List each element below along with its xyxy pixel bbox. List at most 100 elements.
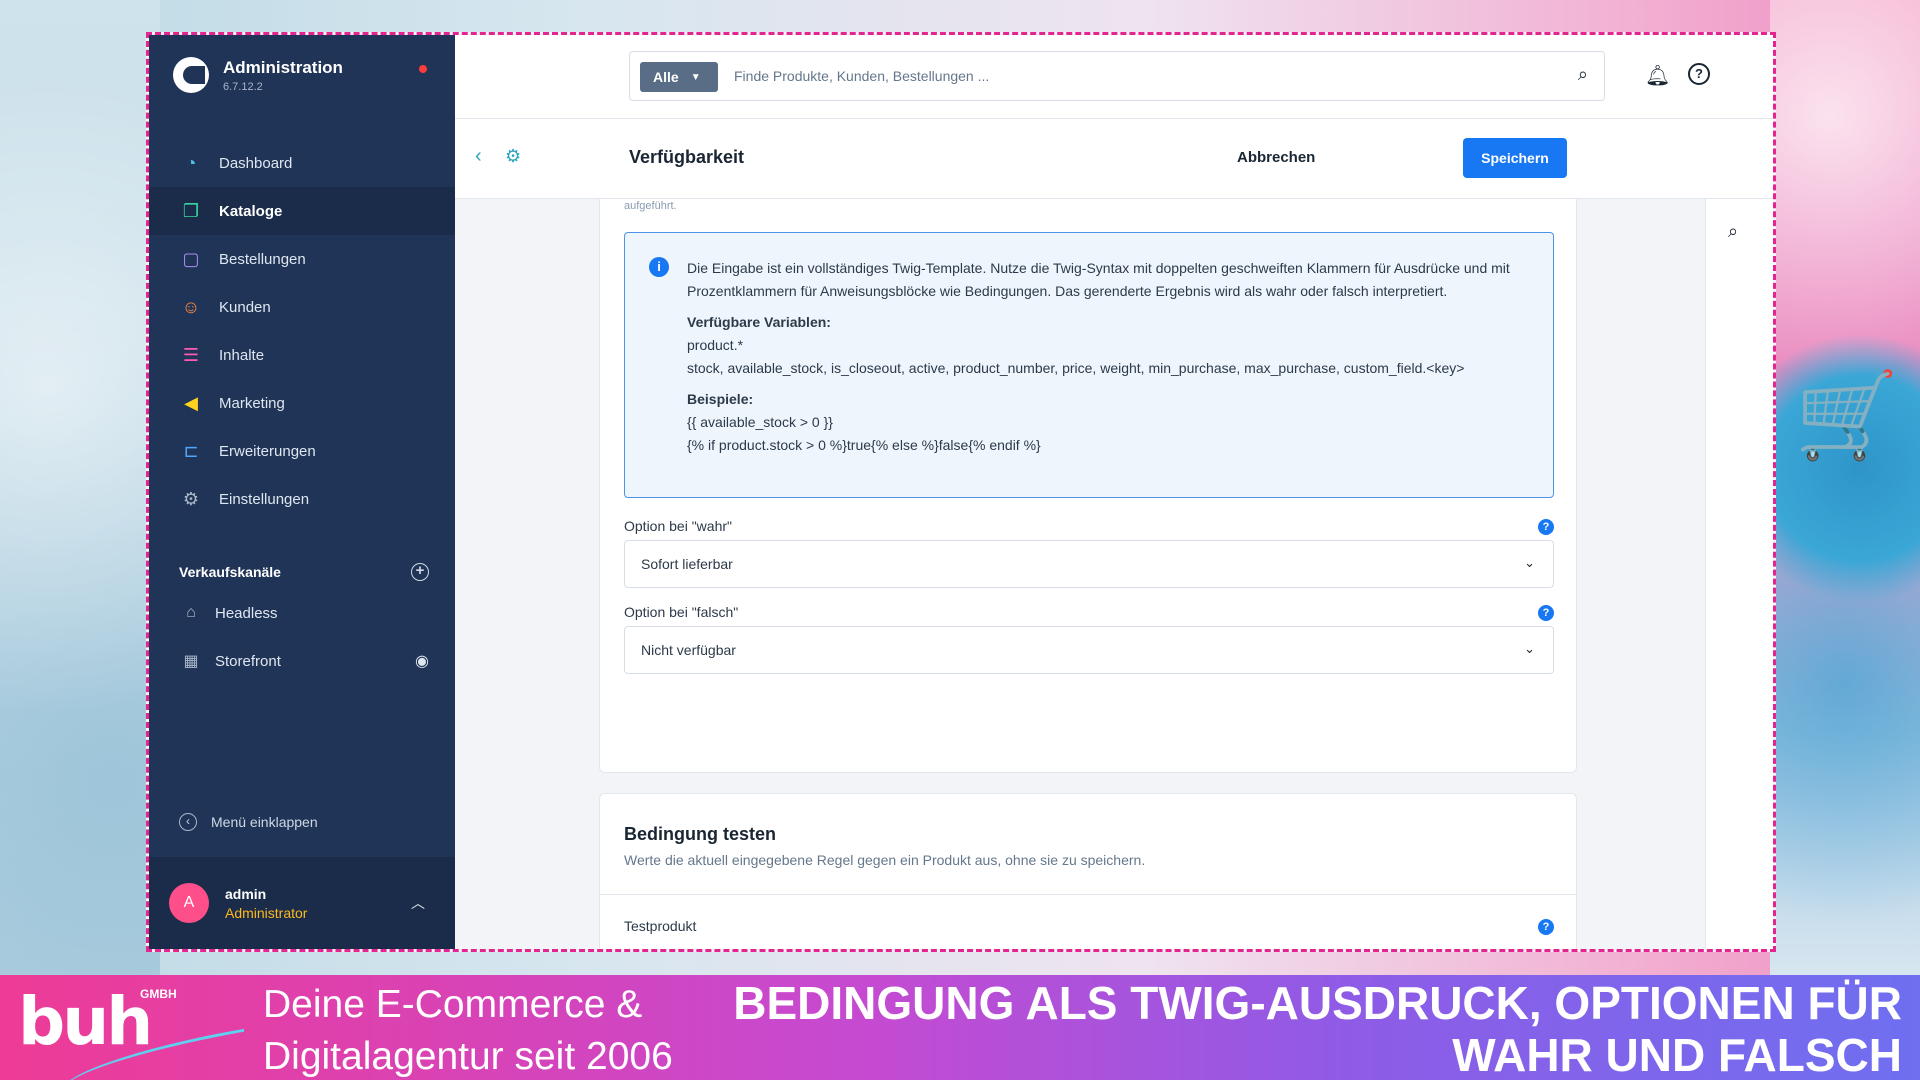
collapse-icon: ‹ (179, 813, 197, 831)
gear-icon: ⚙ (505, 146, 522, 166)
nav-label: Bestellungen (219, 250, 306, 268)
headline-line: WAHR UND FALSCH (1452, 1029, 1902, 1080)
search-input[interactable]: Finde Produkte, Kunden, Bestellungen ... (734, 68, 989, 84)
page-title: Verfügbarkeit (629, 147, 745, 167)
example-line: {% if product.stock > 0 %}true{% else %}… (687, 437, 1041, 453)
chevron-up-icon: ︿ (411, 895, 425, 911)
nav-label: Einstellungen (219, 490, 310, 508)
nav-label: Kataloge (219, 202, 283, 220)
nav-item-dashboard[interactable]: ◔ Dashboard (149, 139, 455, 187)
search-icon[interactable]: ⌕ (1578, 64, 1588, 85)
nav-label: Inhalte (219, 346, 265, 364)
test-subtitle: Werte die aktuell eingegebene Regel gege… (624, 852, 1146, 868)
tagline: Deine E-Commerce & Digitalagentur seit 2… (263, 979, 673, 1080)
shopware-logo-icon (173, 57, 209, 93)
nav-item-settings[interactable]: ⚙ Einstellungen (149, 475, 455, 523)
search-scope-select[interactable]: Alle ▼ (640, 62, 718, 92)
sales-channel-headless[interactable]: ⌂ Headless (179, 601, 429, 625)
search-scope-label: Alle (653, 69, 679, 85)
chevron-down-icon: ▼ (690, 71, 701, 83)
background-right: 🛒 (1770, 0, 1920, 975)
tagline-line: Digitalagentur seit 2006 (263, 1035, 673, 1078)
nav-item-marketing[interactable]: ◀ Marketing (149, 379, 455, 427)
true-option-value: Sofort lieferbar (641, 556, 733, 572)
nav-label: Dashboard (219, 154, 293, 172)
variables-line: product.* (687, 337, 744, 353)
nav-item-extensions[interactable]: ⊏ Erweiterungen (149, 427, 455, 475)
test-product-label: Testprodukt (624, 918, 697, 934)
false-option-label: Option bei "falsch" (624, 604, 739, 620)
examples-title: Beispiele: (687, 391, 754, 407)
cancel-button[interactable]: Abbrechen (1237, 149, 1315, 166)
false-option-select[interactable]: Nicht verfügbar ⌄ (624, 626, 1554, 674)
brand[interactable]: Administration 6.7.12.2 (173, 57, 343, 93)
bell-icon[interactable]: 🔔︎ (1645, 63, 1670, 88)
sales-channels-header: Verkaufskanäle + (179, 563, 429, 581)
back-icon[interactable]: ‹ (475, 145, 482, 168)
extensions-icon: ⊏ (183, 440, 199, 461)
nav-item-orders[interactable]: ▢ Bestellungen (149, 235, 455, 283)
tagline-line: Deine E-Commerce & (263, 983, 643, 1026)
info-text: Die Eingabe ist ein vollständiges Twig-T… (687, 260, 1510, 299)
chevron-down-icon: ⌄ (1524, 555, 1535, 570)
search-icon[interactable]: ⌕ (1728, 221, 1738, 242)
true-option-label: Option bei "wahr" (624, 518, 732, 534)
page-header: ‹ ⚙ Verfügbarkeit Abbrechen Speichern (455, 119, 1773, 199)
buh-logo: buh GMBH (18, 983, 250, 1080)
eye-icon[interactable]: ◉ (415, 651, 429, 671)
help-icon[interactable]: ? (1688, 63, 1710, 85)
info-alert: i Die Eingabe ist ein vollständiges Twig… (624, 232, 1554, 498)
background-left (0, 0, 160, 975)
save-button[interactable]: Speichern (1463, 138, 1567, 178)
help-icon[interactable]: ? (1538, 519, 1554, 535)
nav-label: Erweiterungen (219, 442, 316, 460)
promo-banner: buh GMBH Deine E-Commerce & Digitalagent… (0, 975, 1920, 1080)
dashboard-icon: ◔ (185, 152, 197, 173)
variables-title: Verfügbare Variablen: (687, 314, 831, 330)
help-text: aufgeführt. (624, 200, 677, 212)
sales-channel-label: Headless (215, 604, 278, 622)
right-sidebar: ⌕ (1705, 199, 1773, 949)
false-option-value: Nicht verfügbar (641, 642, 736, 658)
true-option-select[interactable]: Sofort lieferbar ⌄ (624, 540, 1554, 588)
help-icon[interactable]: ? (1538, 919, 1554, 935)
shopping-cart-icon: 🛒 (1794, 368, 1900, 462)
logo-suffix: GMBH (140, 987, 177, 1001)
test-title: Bedingung testen (624, 824, 776, 844)
nav-label: Kunden (219, 298, 271, 316)
content-icon: ☰ (182, 344, 200, 365)
nav-item-content[interactable]: ☰ Inhalte (149, 331, 455, 379)
brand-title: Administration (223, 57, 343, 77)
collapse-label: Menü einklappen (211, 814, 318, 830)
nav-item-catalog[interactable]: ❐ Kataloge (149, 187, 455, 235)
marketing-icon: ◀ (184, 392, 198, 413)
collapse-menu-button[interactable]: ‹ Menü einklappen (179, 813, 318, 831)
example-line: {{ available_stock > 0 }} (687, 414, 833, 430)
nav-label: Marketing (219, 394, 285, 412)
notification-dot (419, 65, 427, 73)
main-nav: ◔ Dashboard ❐ Kataloge ▢ Bestellungen ☺ … (149, 139, 455, 523)
logo-text: buh (18, 983, 153, 1060)
catalog-icon: ❐ (182, 200, 200, 221)
orders-icon: ▢ (182, 248, 200, 269)
divider (600, 894, 1576, 895)
variables-line: stock, available_stock, is_closeout, act… (687, 360, 1465, 376)
test-condition-card: Bedingung testen Werte die aktuell einge… (599, 793, 1577, 949)
user-role: Administrator (225, 904, 308, 921)
admin-window: Administration 6.7.12.2 ◔ Dashboard ❐ Ka… (146, 32, 1776, 952)
storefront-icon: ▦ (183, 653, 199, 670)
nav-item-customers[interactable]: ☺ Kunden (149, 283, 455, 331)
sales-channel-storefront[interactable]: ▦ Storefront ◉ (179, 649, 429, 673)
condition-card: aufgeführt. i Die Eingabe ist ein vollst… (599, 199, 1577, 773)
add-sales-channel-icon[interactable]: + (411, 563, 429, 581)
settings-icon: ⚙ (182, 488, 200, 509)
user-menu[interactable]: A admin Administrator ︿ (149, 857, 455, 949)
global-search[interactable]: Alle ▼ Finde Produkte, Kunden, Bestellun… (629, 51, 1605, 101)
help-icon[interactable]: ? (1538, 605, 1554, 621)
headline-line: BEDINGUNG ALS TWIG-AUSDRUCK, OPTIONEN FÜ… (733, 977, 1902, 1029)
sales-channels-title: Verkaufskanäle (179, 564, 281, 580)
chevron-down-icon: ⌄ (1524, 641, 1535, 656)
sales-channel-label: Storefront (215, 652, 281, 670)
top-bar: Alle ▼ Finde Produkte, Kunden, Bestellun… (455, 35, 1773, 119)
headline: BEDINGUNG ALS TWIG-AUSDRUCK, OPTIONEN FÜ… (722, 977, 1902, 1080)
